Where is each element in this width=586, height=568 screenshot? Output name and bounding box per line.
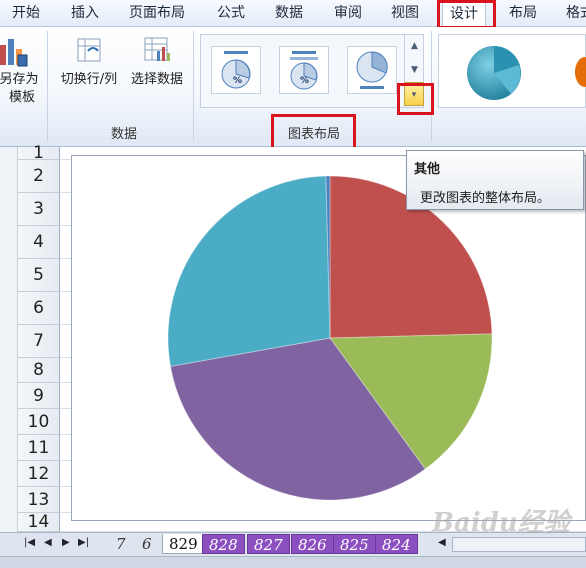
tab-format[interactable]: 格式 — [566, 0, 586, 27]
row-header[interactable]: 8 — [18, 358, 60, 383]
sheet-tab[interactable]: 6 — [136, 534, 158, 554]
select-data-icon — [144, 37, 170, 61]
pie-3d-icon — [467, 46, 521, 100]
row-header[interactable]: 13 — [18, 487, 60, 513]
sheet-tab[interactable]: 7 — [110, 534, 132, 554]
switch-row-column-label: 切换行/列 — [60, 72, 118, 87]
switch-row-column-button[interactable]: 切换行/列 — [54, 35, 124, 89]
pie-layout-icon — [221, 51, 251, 89]
tab-home[interactable]: 开始 — [12, 0, 40, 27]
highlight-more-button — [397, 83, 434, 115]
sheet-tab[interactable]: 824 — [375, 534, 418, 554]
next-sheet-icon[interactable]: ▶ — [62, 537, 70, 548]
pie-slice-4[interactable] — [167, 175, 331, 367]
select-data-button[interactable]: 选择数据 — [126, 35, 188, 89]
tab-page-layout[interactable]: 页面布局 — [129, 0, 185, 27]
chart-layout-3-thumbnail[interactable] — [347, 46, 397, 94]
row-header[interactable]: 12 — [18, 461, 60, 487]
tooltip-title: 其他 — [414, 162, 441, 177]
row-header[interactable]: 11 — [18, 435, 60, 461]
row-header[interactable]: 3 — [18, 193, 60, 226]
tooltip: 其他 更改图表的整体布局。 — [406, 150, 584, 210]
chart-layout-2-thumbnail[interactable] — [279, 46, 329, 94]
row-header[interactable]: 2 — [18, 160, 60, 193]
save-as-template-label-1: 另存为 — [0, 72, 39, 87]
group-separator — [193, 31, 194, 141]
watermark: Baidu经验 — [432, 508, 570, 538]
save-as-template-label-2: 模板 — [8, 90, 35, 105]
sheet-tab[interactable]: 828 — [202, 534, 245, 554]
sheet-tab[interactable]: 825 — [333, 534, 376, 554]
status-bar — [0, 556, 586, 568]
chart-layout-1-thumbnail[interactable] — [211, 46, 261, 94]
save-as-template-button[interactable]: 另存为 模板 — [0, 35, 42, 107]
tab-formulas[interactable]: 公式 — [217, 0, 245, 27]
sheet-tab-active[interactable]: 829 — [162, 534, 205, 554]
tooltip-description: 更改图表的整体布局。 — [420, 191, 551, 206]
first-sheet-icon[interactable]: |◀ — [24, 537, 35, 548]
tab-review[interactable]: 审阅 — [334, 0, 362, 27]
sheet-left-strip — [0, 147, 18, 532]
tab-layout[interactable]: 布局 — [509, 0, 537, 27]
tab-insert[interactable]: 插入 — [71, 0, 99, 27]
tab-data[interactable]: 数据 — [275, 0, 303, 27]
sheet-tab[interactable]: 826 — [291, 534, 334, 554]
row-header[interactable]: 4 — [18, 226, 60, 259]
highlight-design-tab — [437, 0, 496, 29]
gallery-scroll-down-icon[interactable]: ▼ — [404, 58, 424, 82]
gallery-percent-2: % — [300, 76, 310, 86]
chart-styles-gallery — [438, 34, 586, 108]
pie-layout-icon — [290, 51, 318, 90]
pie-chart[interactable] — [72, 156, 585, 520]
sheet-tab[interactable]: 827 — [247, 534, 290, 554]
save-template-icon — [0, 39, 28, 67]
row-header[interactable]: 7 — [18, 325, 60, 358]
group-separator — [47, 31, 48, 141]
horizontal-scrollbar[interactable] — [452, 537, 586, 552]
chart-style-2-thumbnail[interactable] — [575, 57, 586, 87]
pie-layout-icon — [356, 51, 388, 89]
row-header[interactable]: 1 — [18, 145, 60, 162]
group-label-data: 数据 — [110, 127, 137, 142]
row-header[interactable]: 14 — [18, 513, 60, 532]
select-data-label: 选择数据 — [130, 72, 183, 87]
last-sheet-icon[interactable]: ▶| — [78, 537, 89, 548]
previous-sheet-icon[interactable]: ◀ — [44, 537, 52, 548]
row-header[interactable]: 9 — [18, 383, 60, 409]
chart-layout-gallery: % % — [200, 34, 424, 108]
row-header[interactable]: 10 — [18, 409, 60, 435]
gallery-scroll-up-icon[interactable]: ▲ — [404, 34, 424, 58]
chart-style-1-thumbnail[interactable] — [449, 39, 559, 103]
row-header[interactable]: 6 — [18, 292, 60, 325]
menu-bar: 开始 插入 页面布局 公式 数据 审阅 视图 设计 布局 格式 — [0, 0, 586, 27]
gallery-percent-1: % — [233, 76, 243, 86]
switch-row-column-icon — [77, 38, 101, 62]
row-header[interactable]: 5 — [18, 259, 60, 292]
tab-view[interactable]: 视图 — [391, 0, 419, 27]
